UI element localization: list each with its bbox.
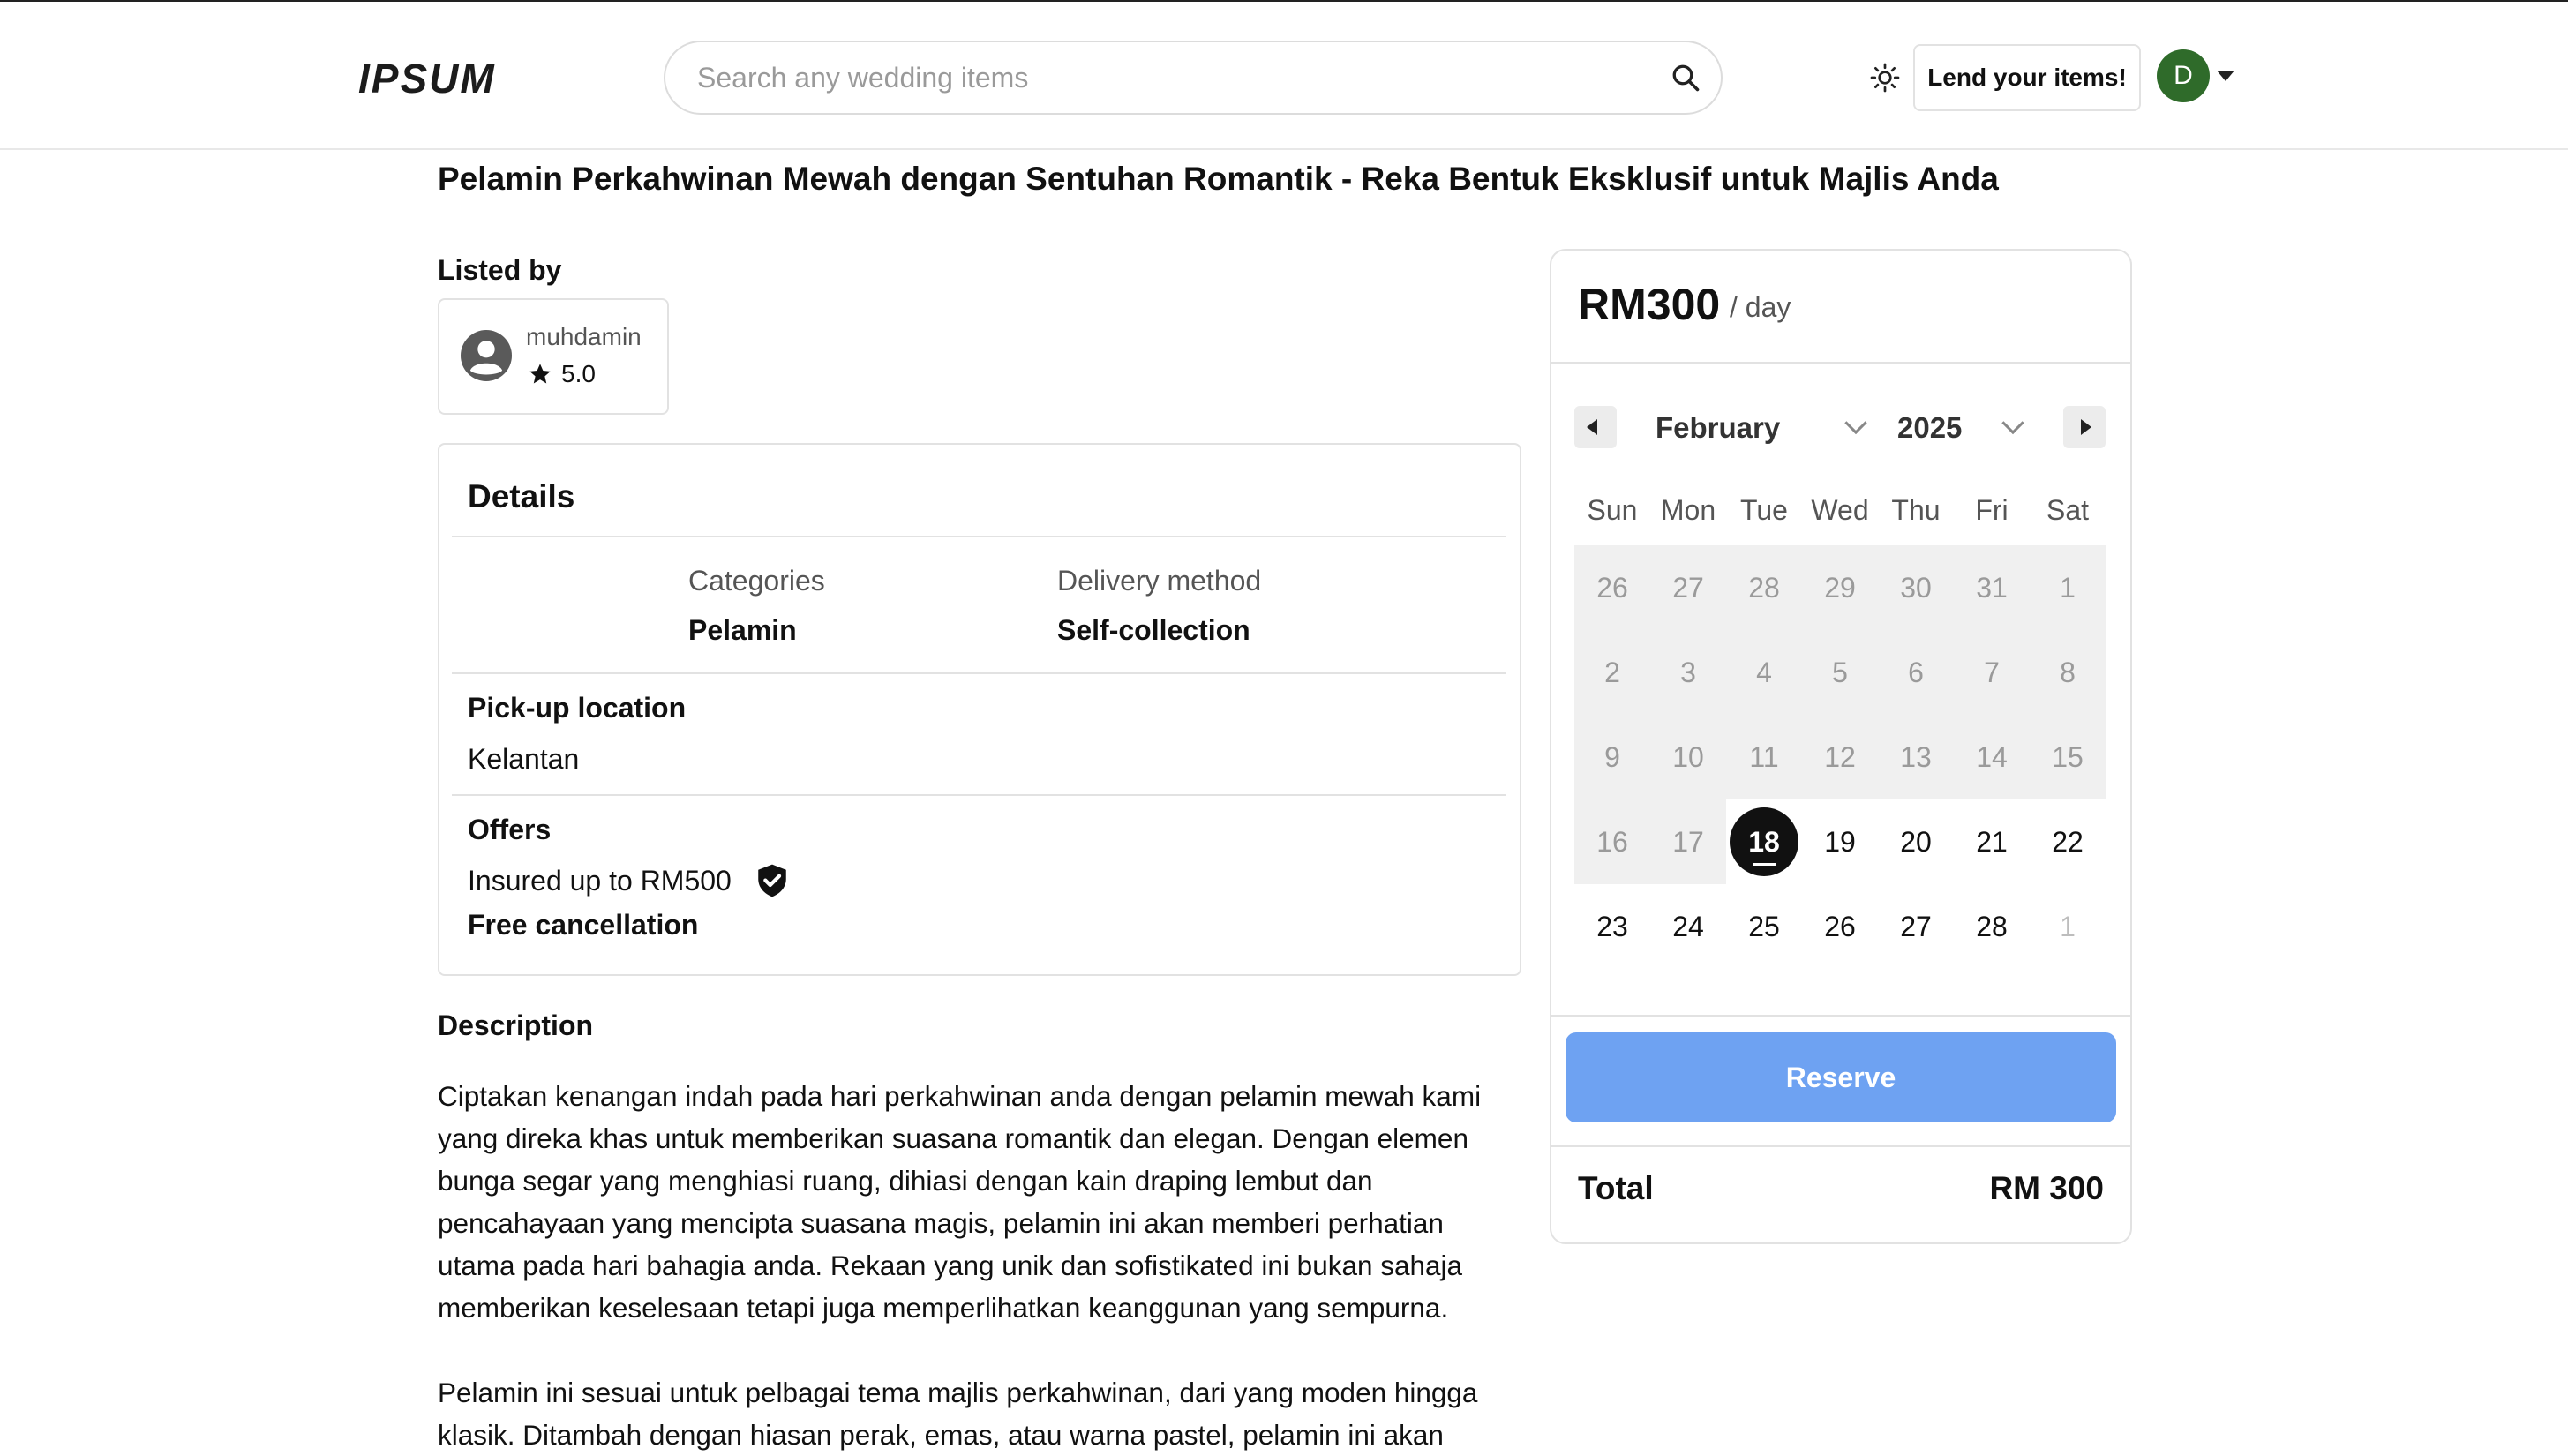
description-label: Description — [438, 1009, 594, 1041]
calendar-day: 1 — [2030, 545, 2106, 630]
calendar-day-selected[interactable]: 18 — [1726, 799, 1802, 884]
weekday-label: Mon — [1660, 494, 1716, 526]
calendar-day: 14 — [1954, 715, 2030, 799]
price-unit: / day — [1730, 291, 1791, 323]
calendar-day: 29 — [1802, 545, 1878, 630]
reserve-button[interactable]: Reserve — [1566, 1032, 2116, 1122]
calendar-day: 17 — [1650, 799, 1726, 884]
owner-name[interactable]: muhdamin — [526, 323, 642, 351]
shield-check-icon — [758, 864, 786, 897]
categories-value: Pelamin — [688, 614, 797, 646]
divider — [1551, 362, 2130, 364]
lend-items-button[interactable]: Lend your items! — [1913, 44, 2141, 111]
calendar-day[interactable]: 23 — [1574, 884, 1650, 969]
search-icon[interactable] — [1670, 62, 1701, 94]
calendar-day: 28 — [1726, 545, 1802, 630]
calendar-day: 26 — [1574, 545, 1650, 630]
weekday-label: Wed — [1811, 494, 1869, 526]
weekday-label: Sat — [2046, 494, 2090, 526]
month-select[interactable]: February — [1656, 406, 1867, 450]
calendar-day: 13 — [1878, 715, 1954, 799]
divider — [452, 672, 1506, 674]
previous-month-button[interactable] — [1574, 406, 1617, 448]
free-cancellation-offer: Free cancellation — [468, 909, 699, 941]
theme-toggle-sun-icon[interactable] — [1869, 62, 1901, 94]
calendar-day: 10 — [1650, 715, 1726, 799]
calendar-day[interactable]: 20 — [1878, 799, 1954, 884]
calendar-day: 31 — [1954, 545, 2030, 630]
weekday-label: Fri — [1975, 494, 2009, 526]
calendar-day: 4 — [1726, 630, 1802, 715]
calendar-day: 9 — [1574, 715, 1650, 799]
calendar-day: 12 — [1802, 715, 1878, 799]
star-icon — [529, 364, 551, 384]
divider — [1551, 1015, 2130, 1017]
calendar-day[interactable]: 21 — [1954, 799, 2030, 884]
divider — [452, 794, 1506, 796]
description-paragraph: Ciptakan kenangan indah pada hari perkah… — [438, 1080, 1482, 1324]
calendar-day: 1 — [2060, 910, 2076, 942]
calendar-day: 8 — [2030, 630, 2106, 715]
calendar-day: 16 — [1574, 799, 1650, 884]
chevron-down-icon — [1844, 411, 1867, 435]
user-avatar-icon — [461, 330, 512, 381]
year-select[interactable]: 2025 — [1897, 406, 2024, 450]
calendar-day[interactable]: 25 — [1726, 884, 1802, 969]
divider — [452, 536, 1506, 537]
site-logo[interactable]: IPSUM — [358, 55, 496, 102]
delivery-method-value: Self-collection — [1057, 614, 1250, 646]
divider — [1551, 1145, 2130, 1147]
calendar-day: 27 — [1650, 545, 1726, 630]
calendar-day: 30 — [1878, 545, 1954, 630]
weekday-label: Sun — [1587, 494, 1638, 526]
calendar-day[interactable]: 28 — [1954, 884, 2030, 969]
caret-down-icon[interactable] — [2217, 71, 2234, 81]
selected-day-indicator: 18 — [1730, 807, 1798, 876]
owner-rating: 5.0 — [561, 360, 596, 387]
user-avatar[interactable]: D — [2157, 49, 2210, 102]
calendar-day: 15 — [2030, 715, 2106, 799]
listed-by-label: Listed by — [438, 254, 562, 286]
calendar-day: 2 — [1574, 630, 1650, 715]
insured-offer: Insured up to RM500 — [468, 865, 732, 897]
delivery-method-label: Delivery method — [1057, 565, 1262, 597]
calendar-day[interactable]: 22 — [2030, 799, 2106, 884]
calendar-day[interactable]: 27 — [1878, 884, 1954, 969]
search-bar — [664, 41, 1723, 115]
categories-label: Categories — [688, 565, 825, 597]
listing-title: Pelamin Perkahwinan Mewah dengan Sentuha… — [438, 161, 1999, 197]
search-input[interactable] — [695, 42, 1648, 113]
calendar-grid: 26 27 28 29 30 31 1 2 3 4 5 6 7 8 9 10 11 12 13 14 15 16 17 18 1… — [1574, 545, 2106, 969]
month-select-value: February — [1656, 411, 1781, 444]
calendar-day[interactable]: 19 — [1802, 799, 1878, 884]
weekday-label: Tue — [1740, 494, 1788, 526]
next-month-button[interactable] — [2063, 406, 2106, 448]
calendar-day: 5 — [1802, 630, 1878, 715]
chevron-down-icon — [2001, 411, 2024, 435]
calendar-day: 3 — [1650, 630, 1726, 715]
pickup-location-value: Kelantan — [468, 743, 580, 775]
total-label: Total — [1578, 1170, 1654, 1206]
pickup-location-label: Pick-up location — [468, 692, 687, 724]
calendar-day[interactable]: 24 — [1650, 884, 1726, 969]
year-select-value: 2025 — [1897, 411, 1963, 444]
calendar-day: 7 — [1954, 630, 2030, 715]
offers-label: Offers — [468, 814, 552, 845]
calendar-day: 6 — [1878, 630, 1954, 715]
weekday-header: Sun Mon Tue Wed Thu Fri Sat — [1574, 485, 2106, 535]
total-value: RM 300 — [1989, 1170, 2104, 1206]
description-paragraph: Pelamin ini sesuai untuk pelbagai tema m… — [438, 1377, 1478, 1451]
details-title: Details — [468, 478, 575, 514]
calendar-day: 11 — [1726, 715, 1802, 799]
weekday-label: Thu — [1891, 494, 1941, 526]
price: RM300 — [1578, 280, 1721, 329]
calendar-day[interactable]: 26 — [1802, 884, 1878, 969]
